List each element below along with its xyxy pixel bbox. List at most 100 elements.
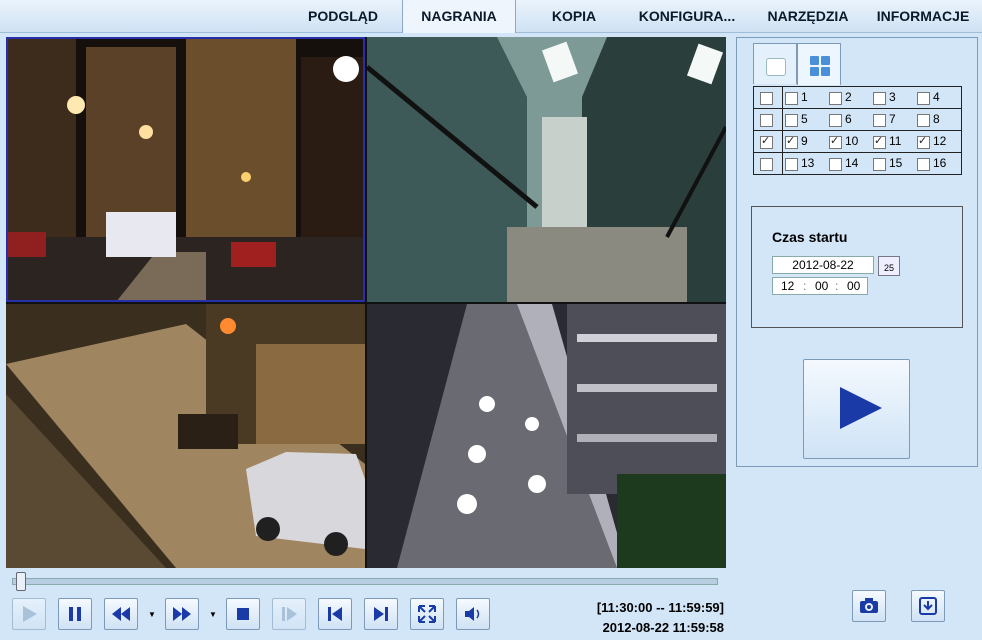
play-icon bbox=[840, 387, 882, 429]
channel-checkbox[interactable] bbox=[829, 91, 842, 105]
timeline-seekbar[interactable] bbox=[12, 578, 718, 585]
channel-number: 2 bbox=[845, 90, 852, 105]
time-seconds[interactable]: 00 bbox=[847, 278, 860, 294]
tab-kopia[interactable]: KOPIA bbox=[528, 0, 620, 32]
play-icon bbox=[23, 606, 37, 622]
top-nav: PODGLĄD NAGRANIA KOPIA KONFIGURA... NARZ… bbox=[0, 0, 982, 33]
channel-item[interactable]: 8 bbox=[917, 112, 961, 127]
pause-button[interactable] bbox=[58, 598, 92, 630]
channel-grid: 12345678910111213141516 bbox=[753, 86, 962, 175]
channel-checkbox[interactable] bbox=[917, 113, 930, 127]
channel-number: 7 bbox=[889, 112, 896, 127]
start-time-field[interactable]: 12 : 00 : 00 bbox=[772, 277, 868, 295]
tab-informacje[interactable]: INFORMACJE bbox=[868, 0, 978, 32]
tab-podglad[interactable]: PODGLĄD bbox=[290, 0, 396, 32]
channel-checkbox[interactable] bbox=[917, 157, 930, 171]
channel-item[interactable]: 14 bbox=[829, 156, 873, 171]
channel-number: 13 bbox=[801, 156, 815, 171]
time-sep: : bbox=[803, 279, 807, 293]
channel-checkbox[interactable] bbox=[785, 157, 798, 171]
channel-checkbox[interactable] bbox=[785, 113, 798, 127]
channel-number: 11 bbox=[889, 134, 902, 149]
camera-icon bbox=[860, 598, 878, 613]
stop-button[interactable] bbox=[226, 598, 260, 630]
channel-checkbox[interactable] bbox=[829, 134, 842, 149]
channel-checkbox[interactable] bbox=[785, 91, 798, 105]
rewind-button[interactable] bbox=[104, 598, 138, 630]
channel-row-items: 9 10 11 12 bbox=[782, 130, 962, 153]
channel-checkbox[interactable] bbox=[873, 113, 886, 127]
start-time-label: Czas startu bbox=[772, 229, 848, 245]
row-select-checkbox[interactable] bbox=[760, 134, 773, 149]
channel-item[interactable]: 6 bbox=[829, 112, 873, 127]
download-button[interactable] bbox=[911, 590, 945, 622]
channel-row-items: 5 6 7 8 bbox=[782, 108, 962, 131]
start-playback-button[interactable] bbox=[803, 359, 910, 459]
single-view-icon bbox=[766, 58, 786, 76]
channel-item[interactable]: 5 bbox=[785, 112, 829, 127]
start-date-field[interactable]: 2012-08-22 bbox=[772, 256, 874, 274]
channel-number: 16 bbox=[933, 156, 947, 171]
download-icon bbox=[919, 597, 937, 615]
camera-view-4[interactable] bbox=[367, 304, 726, 568]
previous-button[interactable] bbox=[318, 598, 352, 630]
tab-nagrania[interactable]: NAGRANIA bbox=[402, 0, 516, 33]
time-range-label: [11:30:00 -- 11:59:59] bbox=[596, 600, 724, 615]
channel-item[interactable]: 12 bbox=[917, 134, 961, 149]
channel-item[interactable]: 7 bbox=[873, 112, 917, 127]
channel-checkbox[interactable] bbox=[829, 113, 842, 127]
channel-checkbox[interactable] bbox=[785, 134, 798, 149]
play-button[interactable] bbox=[12, 598, 46, 630]
volume-icon bbox=[465, 607, 480, 621]
tab-konfiguracja[interactable]: KONFIGURA... bbox=[628, 0, 746, 32]
channel-checkbox[interactable] bbox=[873, 157, 886, 171]
channel-item[interactable]: 10 bbox=[829, 134, 873, 149]
channel-number: 6 bbox=[845, 112, 852, 127]
snapshot-button[interactable] bbox=[852, 590, 886, 622]
calendar-icon[interactable]: 25 bbox=[878, 256, 900, 276]
camera-view-2[interactable] bbox=[367, 37, 726, 302]
channel-row: 9 10 11 12 bbox=[753, 130, 962, 153]
channel-item[interactable]: 2 bbox=[829, 90, 873, 105]
camera-view-3[interactable] bbox=[6, 304, 365, 568]
tab-narzedzia[interactable]: NARZĘDZIA bbox=[756, 0, 860, 32]
rewind-speed-dropdown[interactable]: ▼ bbox=[148, 610, 156, 619]
channel-checkbox[interactable] bbox=[873, 91, 886, 105]
fast-forward-icon bbox=[173, 607, 191, 621]
layout-quad-tab[interactable] bbox=[797, 43, 841, 85]
channel-item[interactable]: 9 bbox=[785, 134, 829, 149]
time-minutes[interactable]: 00 bbox=[815, 278, 828, 294]
channel-item[interactable]: 13 bbox=[785, 156, 829, 171]
previous-icon bbox=[328, 607, 342, 621]
channel-checkbox[interactable] bbox=[829, 157, 842, 171]
channel-item[interactable]: 1 bbox=[785, 90, 829, 105]
timeline-handle[interactable] bbox=[16, 572, 26, 591]
step-frame-button[interactable] bbox=[272, 598, 306, 630]
channel-number: 5 bbox=[801, 112, 808, 127]
channel-number: 10 bbox=[845, 134, 859, 149]
channel-item[interactable]: 3 bbox=[873, 90, 917, 105]
next-button[interactable] bbox=[364, 598, 398, 630]
volume-button[interactable] bbox=[456, 598, 490, 630]
time-hours[interactable]: 12 bbox=[781, 278, 794, 294]
row-select-checkbox[interactable] bbox=[760, 113, 773, 127]
channel-row-items: 13 14 15 16 bbox=[782, 152, 962, 175]
channel-item[interactable]: 16 bbox=[917, 156, 961, 171]
channel-row-cell bbox=[753, 152, 783, 175]
channel-row-cell bbox=[753, 108, 783, 131]
layout-single-tab[interactable] bbox=[753, 43, 797, 84]
start-time-box: Czas startu 2012-08-22 25 12 : 00 : 00 bbox=[751, 206, 963, 328]
channel-checkbox[interactable] bbox=[917, 91, 930, 105]
camera-view-1[interactable] bbox=[6, 37, 365, 302]
channel-item[interactable]: 4 bbox=[917, 90, 961, 105]
next-icon bbox=[374, 607, 388, 621]
channel-checkbox[interactable] bbox=[917, 134, 930, 149]
forward-speed-dropdown[interactable]: ▼ bbox=[209, 610, 217, 619]
channel-checkbox[interactable] bbox=[873, 134, 886, 149]
channel-item[interactable]: 15 bbox=[873, 156, 917, 171]
fast-forward-button[interactable] bbox=[165, 598, 199, 630]
fullscreen-button[interactable] bbox=[410, 598, 444, 630]
row-select-checkbox[interactable] bbox=[760, 91, 773, 105]
row-select-checkbox[interactable] bbox=[760, 157, 773, 171]
channel-item[interactable]: 11 bbox=[873, 134, 917, 149]
